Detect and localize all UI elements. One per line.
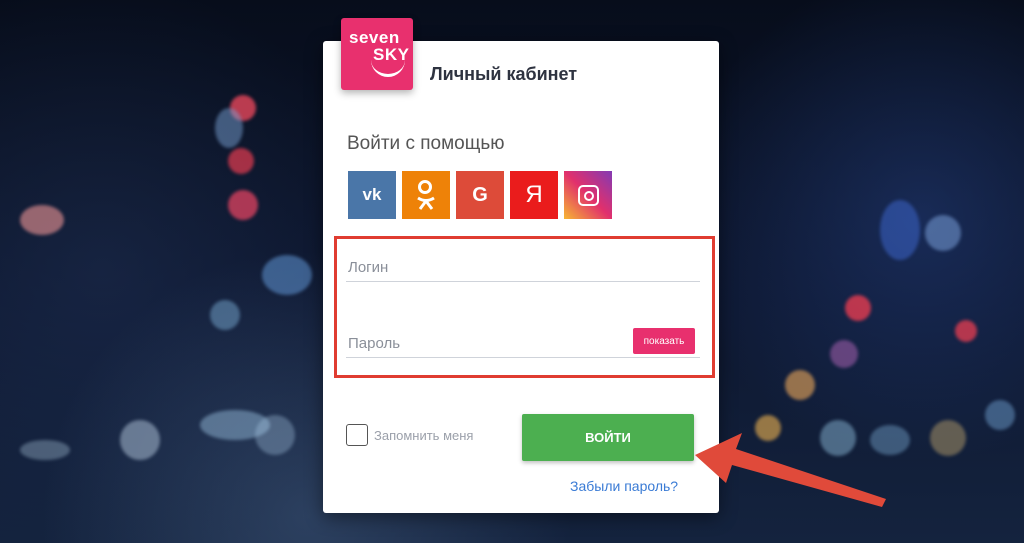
bokeh-light [20, 205, 64, 235]
forgot-password-link[interactable]: Забыли пароль? [570, 478, 678, 494]
google-login-button[interactable]: G [456, 171, 504, 219]
remember-me-checkbox[interactable] [346, 424, 368, 446]
page-title: Личный кабинет [430, 64, 578, 84]
bokeh-light [925, 215, 961, 251]
odnoklassniki-icon [402, 171, 450, 219]
vk-icon: vk [362, 185, 382, 204]
logo-smile-icon [371, 60, 405, 77]
remember-me[interactable]: Запомнить меня [346, 424, 473, 446]
bokeh-light [255, 415, 295, 455]
bokeh-light [845, 295, 871, 321]
bokeh-light [830, 340, 858, 368]
sevensky-logo: seven SKY [341, 18, 413, 90]
bokeh-light [985, 400, 1015, 430]
bokeh-light [228, 148, 254, 174]
show-password-button[interactable]: показать [633, 328, 695, 354]
login-submit-button[interactable]: ВОЙТИ [522, 414, 694, 461]
bokeh-light [215, 108, 243, 148]
bokeh-light [20, 440, 70, 460]
bokeh-light [228, 190, 258, 220]
remember-me-label: Запомнить меня [374, 427, 474, 443]
instagram-login-button[interactable] [564, 171, 612, 219]
social-login-heading: Войти с помощью [347, 133, 505, 154]
bokeh-light [120, 420, 160, 460]
login-input[interactable] [346, 253, 700, 282]
bokeh-light [930, 420, 966, 456]
bokeh-light [955, 320, 977, 342]
bokeh-light [210, 300, 240, 330]
red-arrow-annotation [695, 433, 886, 507]
instagram-icon [577, 184, 599, 206]
yandex-icon: Я [525, 181, 543, 208]
yandex-login-button[interactable]: Я [510, 171, 558, 219]
google-icon: G [472, 183, 488, 206]
bokeh-light [262, 255, 312, 295]
odnoklassniki-login-button[interactable] [402, 171, 450, 219]
vk-login-button[interactable]: vk [348, 171, 396, 219]
bokeh-light [785, 370, 815, 400]
bokeh-light [880, 200, 920, 260]
